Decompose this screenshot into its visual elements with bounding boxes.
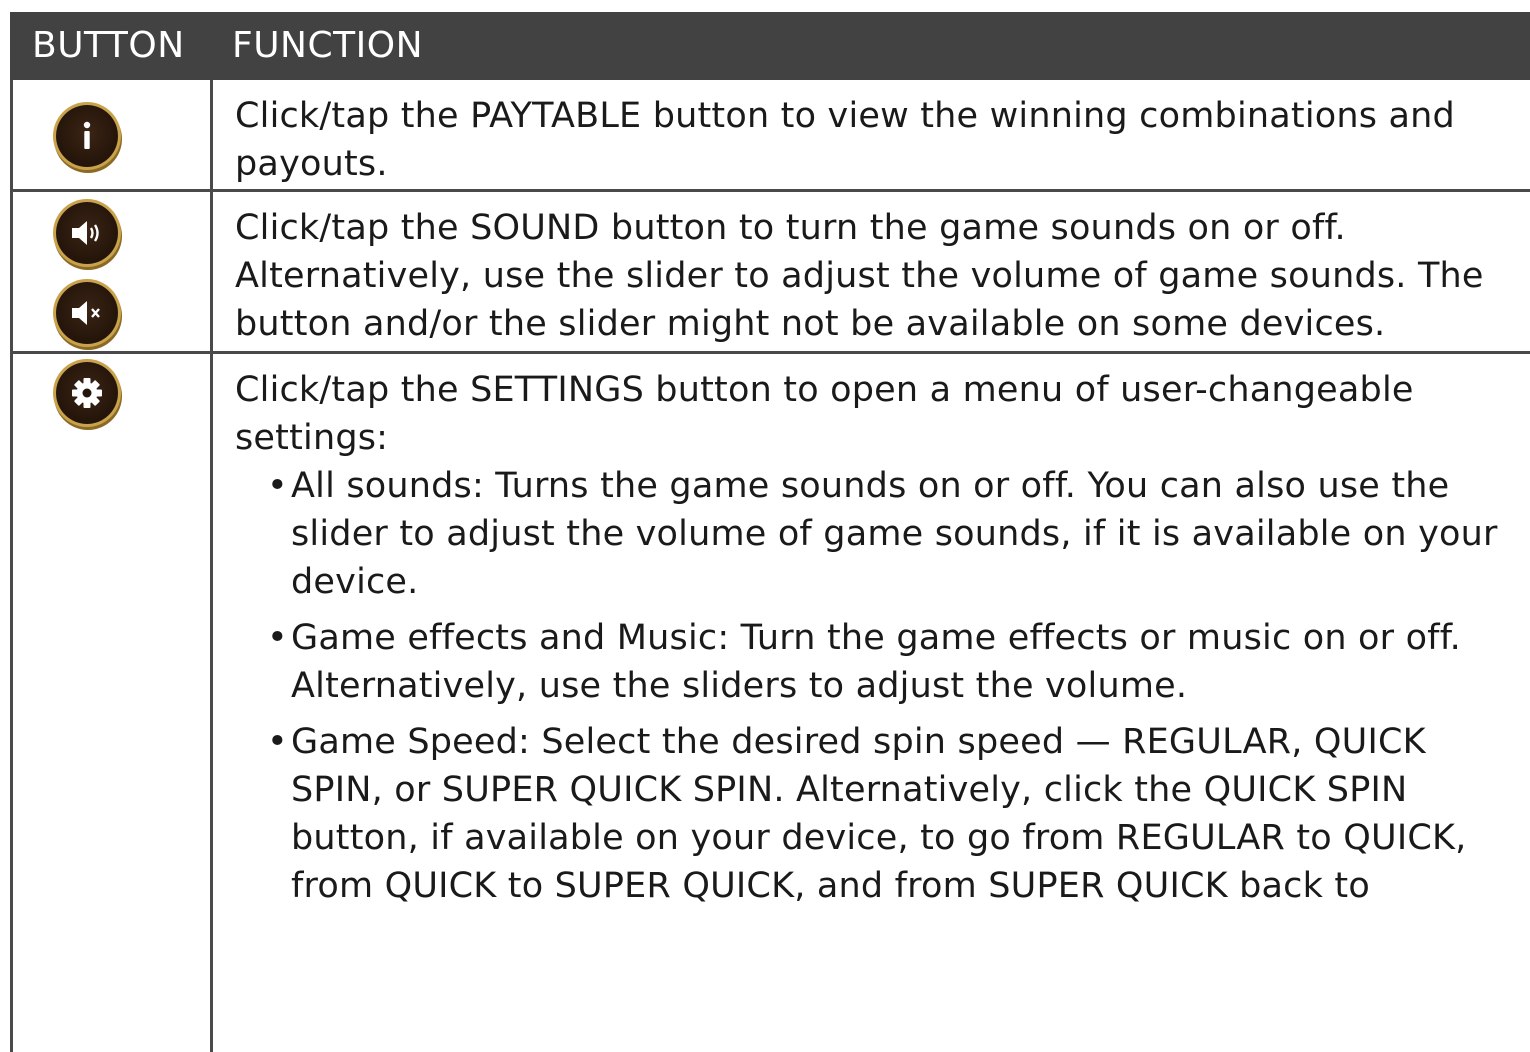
header-button-column: BUTTON — [32, 25, 185, 66]
list-item: • Game Speed: Select the desired spin spe… — [267, 722, 1467, 906]
header-function-column: FUNCTION — [232, 25, 423, 66]
row-divider — [13, 189, 1530, 192]
sound-text: Click/tap the SOUND button to turn the g… — [235, 208, 1484, 344]
table-header: BUTTON FUNCTION — [10, 12, 1530, 80]
gear-icon — [56, 362, 118, 424]
row-divider — [13, 351, 1530, 354]
sound-on-icon — [56, 202, 118, 264]
list-item: • Game effects and Music: Turn the game e… — [267, 618, 1461, 706]
controls-table: BUTTON FUNCTION Click/tap the PAYTABLE b… — [10, 12, 1530, 1052]
settings-list: • All sounds: Turns the game sounds on or… — [235, 462, 1520, 910]
sound-description: Click/tap the SOUND button to turn the g… — [235, 204, 1520, 348]
column-divider — [210, 80, 213, 1052]
paytable-text: Click/tap the PAYTABLE button to view th… — [235, 96, 1455, 184]
settings-description: Click/tap the SETTINGS button to open a … — [235, 366, 1520, 918]
paytable-description: Click/tap the PAYTABLE button to view th… — [235, 92, 1520, 188]
info-icon — [56, 105, 118, 167]
list-item: • All sounds: Turns the game sounds on or… — [267, 466, 1498, 602]
sound-off-icon — [56, 282, 118, 344]
settings-text: Click/tap the SETTINGS button to open a … — [235, 370, 1414, 458]
